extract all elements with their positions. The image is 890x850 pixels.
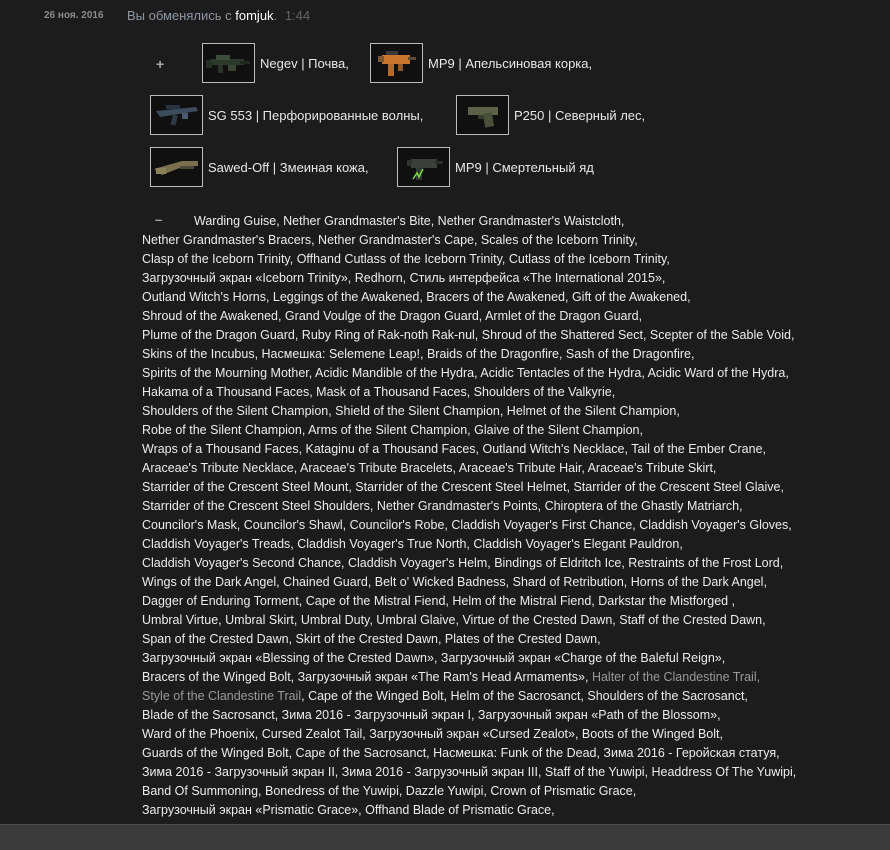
given-line: Загрузочный экран «Iceborn Trinity», Red… bbox=[142, 271, 666, 285]
given-line: Starrider of the Crescent Steel Mount, S… bbox=[142, 480, 784, 494]
summary-suffix: . bbox=[273, 8, 278, 23]
given-line: Style of the Clandestine Trail, Cape of … bbox=[142, 687, 890, 706]
item-label: P250 | Северный лес, bbox=[514, 107, 646, 123]
negev-icon[interactable] bbox=[202, 43, 255, 83]
given-line-part: Bracers of the Winged Bolt, Загрузочный … bbox=[142, 670, 592, 684]
trade-history-panel: 26 ноя. 2016 Вы обменялись с fomjuk. 1:4… bbox=[0, 0, 890, 850]
given-line: Shroud of the Awakened, Grand Voulge of … bbox=[142, 309, 643, 323]
given-line: Guards of the Winged Bolt, Cape of the S… bbox=[142, 746, 780, 760]
given-line: Claddish Voyager's Treads, Claddish Voya… bbox=[142, 537, 683, 551]
given-line: Wraps of a Thousand Faces, Kataginu of a… bbox=[142, 442, 767, 456]
mp9-poison-icon[interactable] bbox=[397, 147, 450, 187]
given-line: Claddish Voyager's Second Chance, Claddi… bbox=[142, 556, 784, 570]
given-line: Skins of the Incubus, Насмешка: Selemene… bbox=[142, 347, 695, 361]
given-line: Загрузочный экран «Blessing of the Crest… bbox=[142, 651, 726, 665]
p250-icon[interactable] bbox=[456, 95, 509, 135]
item-label: MP9 | Апельсиновая корка, bbox=[428, 55, 593, 71]
given-line: Span of the Crested Dawn, Skirt of the C… bbox=[142, 632, 601, 646]
given-line: Hakama of a Thousand Faces, Mask of a Th… bbox=[142, 385, 616, 399]
item-label: SG 553 | Перфорированные волны, bbox=[208, 107, 424, 123]
given-line: Blade of the Sacrosanct, Зима 2016 - Заг… bbox=[142, 708, 721, 722]
summary-prefix: Вы обменялись с bbox=[127, 8, 232, 23]
received-item-mp9-poison[interactable]: MP9 | Смертельный яд bbox=[397, 146, 594, 188]
trade-summary: Вы обменялись с fomjuk. 1:44 bbox=[127, 8, 310, 23]
given-line: Clasp of the Iceborn Trinity, Offhand Cu… bbox=[142, 252, 670, 266]
trade-partner-link[interactable]: fomjuk bbox=[235, 8, 273, 23]
given-line-part-dim: Halter of the Clandestine Trail, bbox=[591, 670, 761, 684]
trade-date: 26 ноя. 2016 bbox=[44, 10, 104, 21]
given-line: Band Of Summoning, Bonedress of the Yuwi… bbox=[142, 784, 637, 798]
given-line-part: , Cape of the Winged Bolt, Helm of the S… bbox=[301, 689, 748, 703]
given-line: Dagger of Enduring Torment, Cape of the … bbox=[142, 594, 736, 608]
trade-header: 26 ноя. 2016 Вы обменялись с fomjuk. 1:4… bbox=[0, 6, 890, 28]
given-line: Ward of the Phoenix, Cursed Zealot Tail,… bbox=[142, 727, 723, 741]
mp9-orange-icon[interactable] bbox=[370, 43, 423, 83]
item-label: Sawed-Off | Змеиная кожа, bbox=[208, 159, 369, 175]
given-line: Umbral Virtue, Umbral Skirt, Umbral Duty… bbox=[142, 613, 766, 627]
given-line: Wings of the Dark Angel, Chained Guard, … bbox=[142, 575, 767, 589]
received-item-sg553[interactable]: SG 553 | Перфорированные волны, bbox=[150, 94, 423, 136]
given-line: Councilor's Mask, Councilor's Shawl, Cou… bbox=[142, 518, 792, 532]
given-line: Зима 2016 - Загрузочный экран II, Зима 2… bbox=[142, 765, 797, 779]
received-item-negev[interactable]: Negev | Почва, bbox=[202, 42, 349, 84]
given-line: Araceae's Tribute Necklace, Araceae's Tr… bbox=[142, 461, 717, 475]
received-item-mp9-orange[interactable]: MP9 | Апельсиновая корка, bbox=[370, 42, 592, 84]
given-line: Spirits of the Mourning Mother, Acidic M… bbox=[142, 366, 789, 380]
item-label: Negev | Почва, bbox=[260, 55, 349, 71]
sg553-icon[interactable] bbox=[150, 95, 203, 135]
given-line: Robe of the Silent Champion, Arms of the… bbox=[142, 423, 643, 437]
given-line: Загрузочный экран «Prismatic Grace», Off… bbox=[142, 803, 555, 817]
received-sign: + bbox=[156, 56, 165, 72]
given-line: Starrider of the Crescent Steel Shoulder… bbox=[142, 499, 743, 513]
given-line: Nether Grandmaster's Bracers, Nether Gra… bbox=[142, 233, 638, 247]
given-line: Plume of the Dragon Guard, Ruby Ring of … bbox=[142, 328, 795, 342]
given-items-list: Warding Guise, Nether Grandmaster's Bite… bbox=[142, 212, 890, 820]
given-line: Outland Witch's Horns, Leggings of the A… bbox=[142, 290, 691, 304]
sawedoff-icon[interactable] bbox=[150, 147, 203, 187]
trade-time: 1:44 bbox=[284, 8, 311, 23]
given-line-part-dim: Style of the Clandestine Trail bbox=[142, 689, 302, 703]
received-item-p250[interactable]: P250 | Северный лес, bbox=[456, 94, 645, 136]
given-line: Warding Guise, Nether Grandmaster's Bite… bbox=[194, 214, 625, 228]
given-line: Bracers of the Winged Bolt, Загрузочный … bbox=[142, 668, 890, 687]
given-line: Shoulders of the Silent Champion, Shield… bbox=[142, 404, 680, 418]
item-label: MP9 | Смертельный яд bbox=[455, 159, 594, 175]
bottom-bar bbox=[0, 824, 890, 850]
received-item-sawedoff[interactable]: Sawed-Off | Змеиная кожа, bbox=[150, 146, 369, 188]
